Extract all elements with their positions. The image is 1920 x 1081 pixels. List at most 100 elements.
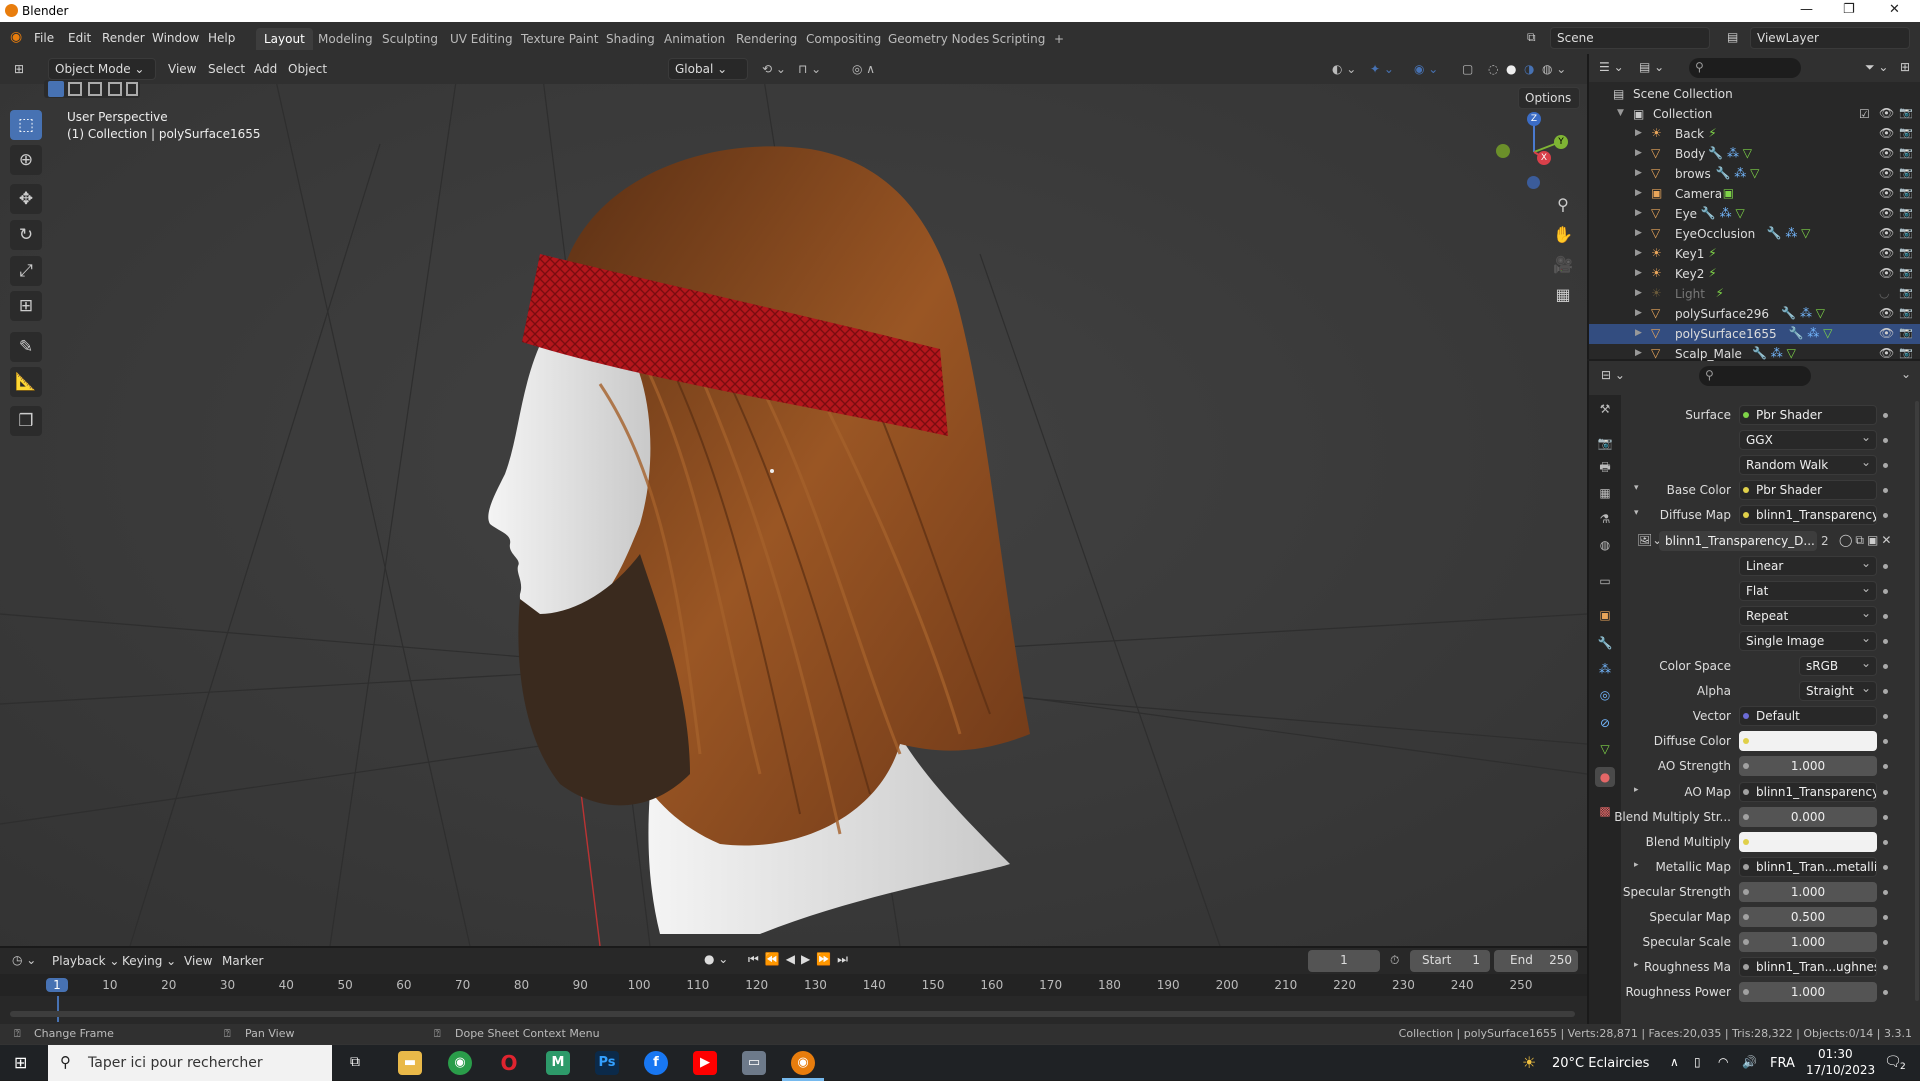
prop-value-field[interactable]: Repeat [1739,605,1877,626]
outliner-item-eye[interactable]: ▶ ▽ Eye 🔧 ⁂ ▽ 👁 📷 [1589,204,1920,224]
prop-value-field[interactable]: Linear [1739,555,1877,576]
prop-value-field[interactable]: Flat [1739,580,1877,601]
modifier-icon[interactable]: 🔧 ⁂ ▽ [1716,166,1760,180]
tab-rendering[interactable]: Rendering [728,28,805,50]
outliner-scene-collection[interactable]: ▤ Scene Collection [1589,84,1920,104]
cursor-tool[interactable]: ⊕ [10,145,42,175]
keyframe-dot-icon[interactable] [1883,714,1888,720]
expand-icon[interactable]: ▶ [1635,308,1642,318]
collection-render-icon[interactable]: 📷 [1899,106,1913,119]
add-cube-tool[interactable]: ❒ [10,406,42,436]
eye-icon[interactable]: 👁 [1879,266,1894,280]
stopwatch-icon[interactable]: ⏱ [1390,953,1399,968]
prop-value-field[interactable] [1739,731,1877,752]
network-icon[interactable]: ◠ [1718,1055,1728,1069]
modifier-icon[interactable]: 🔧 ⁂ ▽ [1708,146,1752,160]
blender-taskbar-icon[interactable]: ◉ [791,1051,815,1075]
chrome-icon[interactable]: ◉ [448,1051,472,1075]
keyframe-dot-icon[interactable] [1883,588,1888,594]
weather-text[interactable]: 20°C Eclaircies [1552,1056,1649,1071]
material-shading-icon[interactable]: ◑ [1524,62,1534,76]
outliner-search-input[interactable]: ⚲ [1689,58,1801,78]
keyframe-dot-icon[interactable] [1883,613,1888,619]
close-button[interactable]: ✕ [1889,2,1900,17]
new-collection-icon[interactable]: ⊞ [1900,60,1910,74]
end-frame-field[interactable]: End 250 [1494,950,1578,972]
render-camera-icon[interactable]: 📷 [1899,266,1913,279]
options-button[interactable]: Options ⌄ [1518,87,1580,125]
eye-icon[interactable]: 👁 [1879,306,1894,320]
expand-icon[interactable]: ▸ [1634,785,1639,795]
editor-type-icon[interactable]: ⊞ [14,62,24,76]
timeline-menu-keying[interactable]: Keying ⌄ [122,954,176,968]
object-data-icon[interactable]: ⚡ [1708,246,1716,260]
timeline-menu-playback[interactable]: Playback ⌄ [52,954,119,968]
tab-shading[interactable]: Shading [598,28,663,50]
select-box-tool[interactable]: ⬚ [10,110,42,140]
outliner-item-key2[interactable]: ▶ ☀ Key2 ⚡ 👁 📷 [1589,264,1920,284]
rendered-shading-icon[interactable]: ◍ ⌄ [1542,62,1566,76]
measure-tool[interactable]: 📐 [10,367,42,397]
outliner-editor-icon[interactable]: ☰ ⌄ [1599,60,1624,74]
app-m-icon[interactable]: M [546,1051,570,1075]
render-camera-icon[interactable]: 📷 [1899,146,1913,159]
keyframe-dot-icon[interactable] [1883,689,1888,695]
keyframe-dot-icon[interactable] [1883,915,1888,920]
filter-icon[interactable]: ⏷ ⌄ [1865,60,1888,75]
eye-icon[interactable]: 👁 [1879,126,1894,140]
photoshop-icon[interactable]: Ps [595,1051,619,1075]
mode-selector[interactable]: Object Mode ⌄ [48,58,156,80]
keyframe-dot-icon[interactable] [1883,413,1888,418]
image-name-field[interactable]: blinn1_Transparency_D... [1659,530,1817,551]
expand-icon[interactable]: ▶ [1635,268,1642,278]
prop-value-field[interactable]: blinn1_Tran...ughness.jpg [1739,957,1877,978]
prop-value-field[interactable]: sRGB [1799,656,1877,676]
eye-icon[interactable]: 👁 [1879,146,1894,160]
youtube-icon[interactable]: ▶ [693,1051,717,1075]
render-camera-icon[interactable]: 📷 [1899,206,1913,219]
prop-value-field[interactable]: 0.000 [1739,806,1877,827]
outliner-item-back[interactable]: ▶ ☀ Back ⚡ 👁 📷 [1589,124,1920,144]
select-invert-icon[interactable] [108,82,122,96]
properties-search-input[interactable]: ⚲ [1699,366,1811,386]
render-camera-icon[interactable]: 📷 [1899,226,1913,239]
tray-chevron-icon[interactable]: ∧ [1670,1055,1679,1069]
outliner-item-light[interactable]: ▶ ☀ Light ⚡ ◡ 📷 [1589,284,1920,304]
add-workspace-button[interactable]: + [1046,28,1072,50]
expand-icon[interactable]: ▶ [1635,248,1642,258]
keyframe-dot-icon[interactable] [1883,764,1888,770]
select-extend-icon[interactable] [68,82,82,96]
prop-value-field[interactable]: Default [1739,706,1877,727]
menu-render[interactable]: Render [102,31,145,45]
zoom-icon[interactable]: ⚲ [1550,192,1576,218]
keyframe-dot-icon[interactable] [1883,839,1888,845]
app-window-icon[interactable]: ▭ [742,1051,766,1075]
navigation-gizmo[interactable]: Z Y X [1494,108,1574,192]
object-data-icon[interactable]: ▣ [1723,186,1734,200]
keyframe-dot-icon[interactable] [1883,513,1888,519]
outliner-item-brows[interactable]: ▶ ▽ brows 🔧 ⁂ ▽ 👁 📷 [1589,164,1920,184]
outliner-item-camera[interactable]: ▶ ▣ Camera ▣ 👁 📷 [1589,184,1920,204]
render-camera-icon[interactable]: 📷 [1899,186,1913,199]
image-actions-icons[interactable]: ◯⧉▣✕ [1839,533,1894,548]
outliner-item-polysurface1655[interactable]: ▶ ▽ polySurface1655 🔧 ⁂ ▽ 👁 📷 [1589,324,1920,344]
collapse-icon[interactable]: ▼ [1617,108,1624,118]
image-users-count[interactable]: 2 [1821,534,1829,548]
tray-app-icon[interactable]: ▯ [1694,1055,1701,1069]
render-camera-icon[interactable]: 📷 [1899,126,1913,139]
prop-value-field[interactable]: 1.000 [1739,982,1877,1003]
keyframe-dot-icon[interactable] [1883,864,1888,870]
xray-icon[interactable]: ▢ [1462,62,1473,76]
display-mode-icon[interactable]: ▤ ⌄ [1639,60,1664,74]
render-camera-icon[interactable]: 📷 [1899,346,1913,359]
eye-icon[interactable]: ◡ [1879,286,1889,300]
timeline-scrollbar[interactable] [10,1011,1575,1017]
blender-menu-icon[interactable]: ◉ [10,29,22,45]
keyframe-dot-icon[interactable] [1883,739,1888,745]
outliner-item-body[interactable]: ▶ ▽ Body 🔧 ⁂ ▽ 👁 📷 [1589,144,1920,164]
properties-scrollbar[interactable] [1915,401,1919,1001]
eye-icon[interactable]: 👁 [1879,346,1894,360]
prop-value-field[interactable] [1739,831,1877,852]
modifier-icon[interactable]: 🔧 ⁂ ▽ [1752,346,1796,360]
minimize-button[interactable]: — [1800,2,1813,17]
